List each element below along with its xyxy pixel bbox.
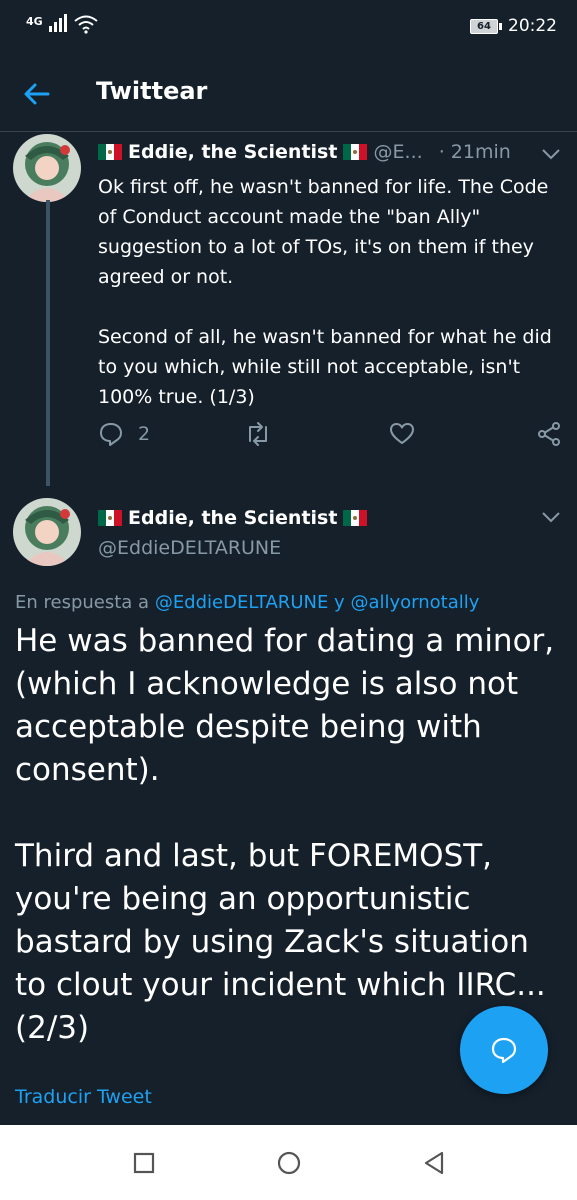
network-type: 4G [26, 15, 43, 28]
page-title: Twittear [96, 77, 208, 105]
author-handle[interactable]: @EddieDELTARUNE [98, 535, 281, 561]
share-button[interactable] [536, 421, 562, 447]
author-handle[interactable]: @E... [374, 141, 423, 163]
nav-home-icon[interactable] [275, 1149, 303, 1177]
retweet-button[interactable] [244, 421, 272, 447]
clock: 20:22 [508, 16, 557, 36]
share-icon [538, 422, 560, 446]
avatar[interactable] [13, 498, 81, 566]
signal-icon [48, 14, 67, 32]
system-nav-bar [0, 1125, 577, 1200]
tweet-header: Eddie, the Scientist [98, 505, 368, 531]
tweet-text: He was banned for dating a minor, (which… [15, 623, 555, 1046]
nav-back-icon[interactable] [420, 1149, 448, 1177]
reply-joiner: y [328, 592, 351, 613]
chevron-down-icon[interactable] [540, 510, 562, 524]
battery-icon: 64 [470, 18, 502, 34]
mexico-flag-icon [98, 144, 122, 160]
back-arrow-icon[interactable] [20, 77, 54, 111]
status-left: 4G [26, 14, 99, 34]
thread-line [46, 200, 50, 486]
compose-reply-button[interactable] [460, 1006, 548, 1094]
avatar[interactable] [13, 134, 81, 202]
status-bar: 4G 64 20:22 [0, 0, 577, 55]
mention-link[interactable]: @allyornotally [350, 592, 479, 613]
mention-link[interactable]: @EddieDELTARUNE [155, 592, 329, 613]
reply-count: 2 [138, 423, 151, 445]
status-right: 64 20:22 [470, 16, 557, 36]
like-button[interactable] [389, 421, 415, 447]
mexico-flag-icon [343, 510, 368, 526]
compose-reply-icon [491, 1037, 517, 1064]
app-header: Twittear [0, 55, 577, 132]
author-name[interactable]: Eddie, the Scientist [128, 141, 337, 163]
battery-level: 64 [470, 18, 498, 34]
mexico-flag-icon [98, 510, 122, 526]
tweet-time: · 21min [438, 141, 511, 163]
mexico-flag-icon [343, 144, 368, 160]
retweet-icon [249, 422, 267, 446]
reply-prefix: En respuesta a [15, 592, 155, 613]
translate-link[interactable]: Traducir Tweet [15, 1086, 152, 1108]
nav-recents-icon[interactable] [130, 1149, 158, 1177]
reply-icon [100, 423, 122, 446]
wifi-icon [74, 15, 98, 34]
author-name[interactable]: Eddie, the Scientist [128, 507, 337, 529]
like-icon [390, 423, 414, 444]
reply-context: En respuesta a @EddieDELTARUNE y @allyor… [15, 590, 479, 616]
tweet-text: Ok first off, he wasn't banned for life.… [98, 176, 552, 408]
tweet-header: Eddie, the Scientist @E... · 21min [98, 139, 568, 165]
reply-button[interactable]: 2 [98, 421, 150, 447]
chevron-down-icon[interactable] [540, 147, 562, 161]
